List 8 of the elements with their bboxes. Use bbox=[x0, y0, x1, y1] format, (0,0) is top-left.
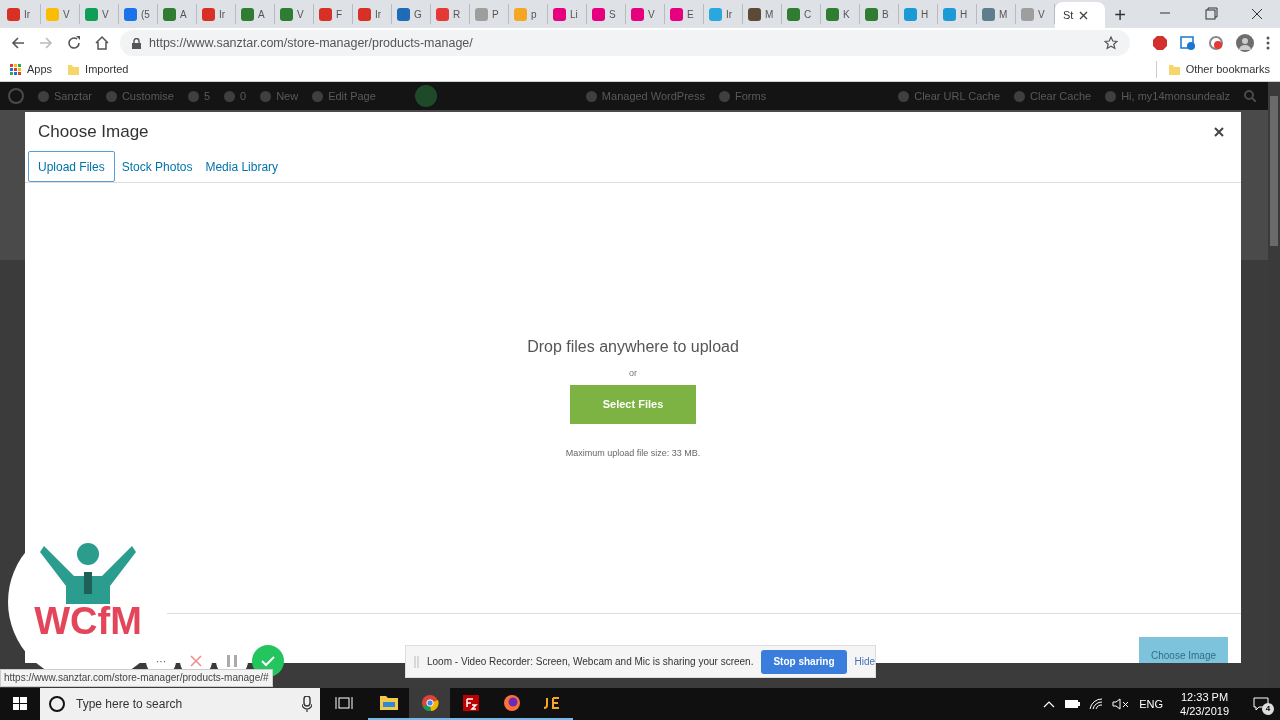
drop-instructions: Drop files anywhere to upload bbox=[527, 337, 739, 357]
status-url: https://www.sanztar.com/store-manager/products-manage/# bbox=[0, 669, 273, 687]
notification-count: 4 bbox=[1262, 703, 1274, 715]
modal-title: Choose Image bbox=[38, 121, 149, 144]
logo-text: WCfM bbox=[34, 602, 142, 640]
upload-size-note: Maximum upload file size: 33 MB. bbox=[565, 446, 701, 460]
or-label: or bbox=[629, 367, 637, 380]
notification-text: Loom - Video Recorder: Screen, Webcam and Mic is sharing your screen. bbox=[427, 655, 754, 669]
